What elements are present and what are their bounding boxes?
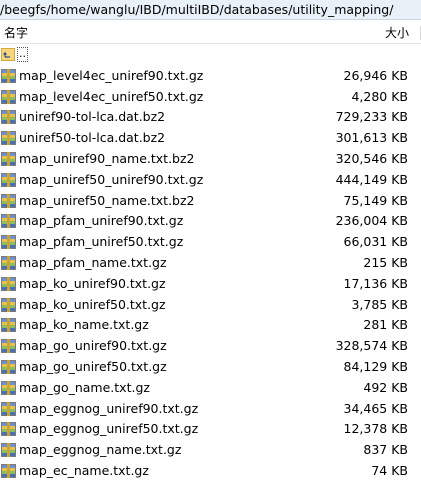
- file-name: map_uniref90_name.txt.bz2: [19, 150, 195, 166]
- archive-file-icon: [1, 463, 16, 478]
- file-row[interactable]: uniref50-tol-lca.dat.bz2 301,613 KB: [0, 128, 421, 149]
- file-row[interactable]: map_ko_uniref50.txt.gz 3,785 KB: [0, 295, 421, 316]
- archive-file-icon: [1, 380, 16, 395]
- file-name: map_go_name.txt.gz: [19, 379, 150, 395]
- parent-directory-row[interactable]: ..: [0, 45, 421, 66]
- archive-file-icon: [1, 443, 16, 458]
- archive-file-icon: [1, 255, 16, 270]
- file-size: 837 KB: [363, 442, 408, 458]
- file-size: 236,004 KB: [335, 213, 408, 229]
- file-name: map_ko_uniref50.txt.gz: [19, 296, 166, 312]
- file-name: map_eggnog_uniref50.txt.gz: [19, 421, 199, 437]
- file-name: map_pfam_uniref50.txt.gz: [19, 234, 184, 250]
- archive-file-icon: [1, 359, 16, 374]
- file-row[interactable]: map_go_uniref90.txt.gz 328,574 KB: [0, 336, 421, 357]
- file-name: map_ec_name.txt.gz: [19, 462, 149, 478]
- archive-file-icon: [1, 214, 16, 229]
- archive-file-icon: [1, 401, 16, 416]
- file-row[interactable]: map_uniref50_name.txt.bz2 75,149 KB: [0, 191, 421, 212]
- file-row[interactable]: map_eggnog_name.txt.gz 837 KB: [0, 440, 421, 461]
- file-name: uniref90-tol-lca.dat.bz2: [19, 109, 166, 125]
- archive-file-icon: [1, 110, 16, 125]
- file-name: uniref50-tol-lca.dat.bz2: [19, 130, 166, 146]
- file-name: map_pfam_name.txt.gz: [19, 254, 167, 270]
- archive-file-icon: [1, 276, 16, 291]
- file-name: map_level4ec_uniref90.txt.gz: [19, 67, 204, 83]
- column-size-header[interactable]: 大小: [385, 24, 409, 42]
- folder-up-icon: [1, 48, 15, 61]
- file-row[interactable]: map_ko_uniref90.txt.gz 17,136 KB: [0, 274, 421, 295]
- file-name: map_ko_name.txt.gz: [19, 317, 149, 333]
- file-row[interactable]: map_level4ec_uniref50.txt.gz 4,280 KB: [0, 87, 421, 108]
- parent-directory-label: ..: [17, 47, 28, 62]
- column-header: 名字 大小: [0, 24, 421, 44]
- file-size: 12,378 KB: [343, 421, 408, 437]
- file-size: 74 KB: [371, 462, 408, 478]
- archive-file-icon: [1, 151, 16, 166]
- file-size: 320,546 KB: [335, 150, 408, 166]
- file-size: 729,233 KB: [335, 109, 408, 125]
- file-size: 215 KB: [363, 254, 408, 270]
- file-size: 301,613 KB: [335, 130, 408, 146]
- archive-file-icon: [1, 422, 16, 437]
- file-size: 444,149 KB: [335, 171, 408, 187]
- file-name: map_pfam_uniref90.txt.gz: [19, 213, 184, 229]
- file-row[interactable]: map_eggnog_uniref50.txt.gz 12,378 KB: [0, 419, 421, 440]
- file-name: map_uniref50_name.txt.bz2: [19, 192, 195, 208]
- file-size: 328,574 KB: [335, 338, 408, 354]
- file-size: 34,465 KB: [343, 400, 408, 416]
- file-size: 281 KB: [363, 317, 408, 333]
- archive-file-icon: [1, 193, 16, 208]
- file-row[interactable]: map_go_name.txt.gz 492 KB: [0, 378, 421, 399]
- file-size: 3,785 KB: [351, 296, 408, 312]
- file-name: map_uniref50_uniref90.txt.gz: [19, 171, 204, 187]
- file-row[interactable]: map_pfam_uniref50.txt.gz 66,031 KB: [0, 232, 421, 253]
- archive-file-icon: [1, 297, 16, 312]
- archive-file-icon: [1, 68, 16, 83]
- archive-file-icon: [1, 89, 16, 104]
- path-bar[interactable]: /beegfs/home/wanglu/IBD/multiIBD/databas…: [0, 0, 421, 20]
- file-name: map_eggnog_uniref90.txt.gz: [19, 400, 199, 416]
- file-row[interactable]: map_go_uniref50.txt.gz 84,129 KB: [0, 357, 421, 378]
- file-name: map_ko_uniref90.txt.gz: [19, 275, 166, 291]
- column-name-header[interactable]: 名字: [4, 24, 28, 42]
- archive-file-icon: [1, 339, 16, 354]
- file-name: map_go_uniref50.txt.gz: [19, 358, 167, 374]
- file-size: 492 KB: [363, 379, 408, 395]
- archive-file-icon: [1, 172, 16, 187]
- file-row[interactable]: map_level4ec_uniref90.txt.gz 26,946 KB: [0, 66, 421, 87]
- file-row[interactable]: map_uniref90_name.txt.bz2 320,546 KB: [0, 149, 421, 170]
- file-size: 75,149 KB: [343, 192, 408, 208]
- archive-file-icon: [1, 318, 16, 333]
- file-row[interactable]: map_ec_name.txt.gz 74 KB: [0, 461, 421, 482]
- file-name: map_level4ec_uniref50.txt.gz: [19, 88, 204, 104]
- file-row[interactable]: uniref90-tol-lca.dat.bz2 729,233 KB: [0, 107, 421, 128]
- file-row[interactable]: map_ko_name.txt.gz 281 KB: [0, 315, 421, 336]
- path-text: /beegfs/home/wanglu/IBD/multiIBD/databas…: [0, 2, 394, 17]
- file-size: 4,280 KB: [351, 88, 408, 104]
- archive-file-icon: [1, 131, 16, 146]
- file-name: map_eggnog_name.txt.gz: [19, 442, 182, 458]
- file-row[interactable]: map_pfam_name.txt.gz 215 KB: [0, 253, 421, 274]
- file-row[interactable]: map_uniref50_uniref90.txt.gz 444,149 KB: [0, 170, 421, 191]
- archive-file-icon: [1, 235, 16, 250]
- file-size: 17,136 KB: [343, 275, 408, 291]
- file-list: .. map_level4ec_uniref90.txt.gz 26,946 KB…: [0, 45, 421, 482]
- file-size: 84,129 KB: [343, 358, 408, 374]
- file-row[interactable]: map_pfam_uniref90.txt.gz 236,004 KB: [0, 211, 421, 232]
- file-size: 26,946 KB: [343, 67, 408, 83]
- file-size: 66,031 KB: [343, 234, 408, 250]
- file-name: map_go_uniref90.txt.gz: [19, 338, 167, 354]
- file-row[interactable]: map_eggnog_uniref90.txt.gz 34,465 KB: [0, 399, 421, 420]
